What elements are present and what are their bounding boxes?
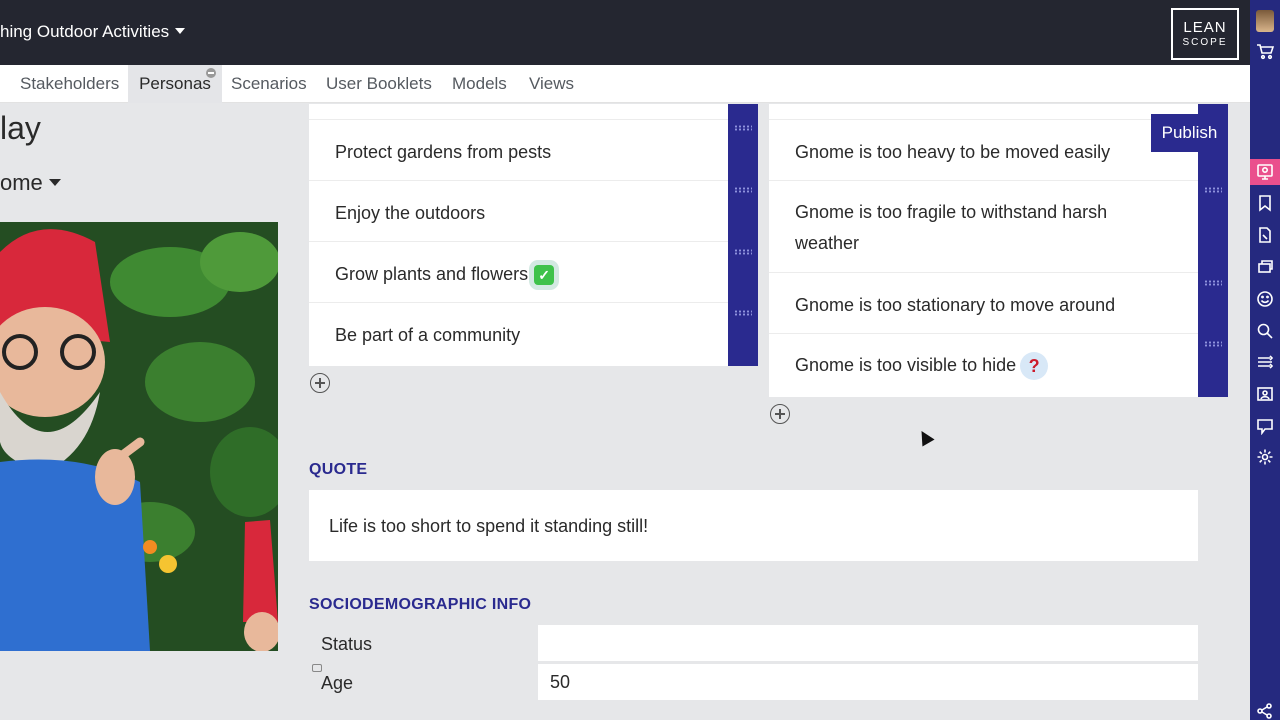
right-tool-rail xyxy=(1250,0,1280,720)
presentation-icon[interactable] xyxy=(1254,415,1276,437)
list-item[interactable]: Gnome is too fragile to withstand harsh … xyxy=(769,181,1198,273)
tab-views[interactable]: Views xyxy=(519,65,584,103)
project-title: hing Outdoor Activities xyxy=(0,22,170,41)
age-value: 50 xyxy=(550,672,571,692)
top-bar: hing Outdoor Activities LEAN SCOPE xyxy=(0,0,1250,65)
list-item[interactable]: Enjoy the outdoors xyxy=(309,181,728,242)
tab-personas[interactable]: Personas xyxy=(128,65,222,103)
lock-icon[interactable] xyxy=(312,664,322,672)
logo-line1: LEAN xyxy=(1183,19,1227,36)
persona-role: ome xyxy=(0,170,43,195)
logo-line2: SCOPE xyxy=(1182,37,1228,48)
tab-label: Scenarios xyxy=(231,74,307,93)
persona-photo[interactable] xyxy=(0,222,278,651)
tab-models[interactable]: Models xyxy=(442,65,517,103)
age-label: Age xyxy=(321,673,354,693)
drag-handle-icon[interactable] xyxy=(734,249,752,255)
drag-handle-icon[interactable] xyxy=(1204,341,1222,347)
quote-section-label: QUOTE xyxy=(309,461,368,478)
list-item[interactable]: Gnome is too stationary to move around xyxy=(769,273,1198,334)
minus-badge-icon[interactable] xyxy=(206,68,216,78)
section-tabs: Stakeholders Personas Scenarios User Boo… xyxy=(0,65,1250,103)
tab-scenarios[interactable]: Scenarios xyxy=(221,65,317,103)
add-pain-point-button[interactable] xyxy=(770,404,790,424)
chevron-down-icon xyxy=(175,27,186,34)
drag-handle-icon[interactable] xyxy=(1204,280,1222,286)
gear-icon[interactable] xyxy=(1254,446,1276,468)
drag-handle-icon[interactable] xyxy=(734,125,752,131)
quote-field[interactable]: Life is too short to spend it standing s… xyxy=(309,490,1198,561)
chevron-down-icon xyxy=(48,178,61,186)
pain-point-text: Gnome is too stationary to move around xyxy=(795,295,1116,315)
quote-text: Life is too short to spend it standing s… xyxy=(329,516,649,536)
goal-text: Grow plants and flowers xyxy=(335,264,529,284)
tab-stakeholders[interactable]: Stakeholders xyxy=(10,65,129,103)
project-selector[interactable]: hing Outdoor Activities xyxy=(0,22,186,42)
pain-point-text: Gnome is too heavy to be moved easily xyxy=(795,142,1111,162)
list-item[interactable]: Gnome is too visible to hide? xyxy=(769,334,1198,397)
flow-icon[interactable] xyxy=(1254,351,1276,373)
share-icon[interactable] xyxy=(1254,700,1276,720)
status-label: Status xyxy=(321,634,373,654)
drag-handle-icon[interactable] xyxy=(734,310,752,316)
tab-label: User Booklets xyxy=(326,74,432,93)
document-icon[interactable] xyxy=(1254,224,1276,246)
drag-handle-icon[interactable] xyxy=(734,187,752,193)
add-goal-button[interactable] xyxy=(310,373,330,393)
list-item[interactable]: Protect gardens from pests xyxy=(309,120,728,181)
age-field[interactable]: 50 xyxy=(538,664,1198,700)
cart-icon[interactable] xyxy=(1254,40,1276,62)
goal-text: Be part of a community xyxy=(335,325,521,345)
list-item[interactable] xyxy=(769,104,1198,120)
bookmark-icon[interactable] xyxy=(1254,192,1276,214)
drag-handle-icon[interactable] xyxy=(1204,187,1222,193)
pain-point-text: Gnome is too fragile to withstand harsh … xyxy=(795,202,1108,253)
tab-label: Models xyxy=(452,74,507,93)
pain-point-text: Gnome is too visible to hide xyxy=(795,354,1017,375)
list-item[interactable]: Grow plants and flowers ✓ xyxy=(309,242,728,303)
pain-points-list: Gnome is too heavy to be moved easily Gn… xyxy=(769,104,1198,397)
persona-icon[interactable] xyxy=(1250,159,1280,185)
smiley-icon[interactable] xyxy=(1254,288,1276,310)
tab-label: Views xyxy=(529,74,575,93)
list-item[interactable]: Be part of a community xyxy=(309,303,728,366)
list-item[interactable] xyxy=(309,104,728,120)
tab-user-booklets[interactable]: User Booklets xyxy=(316,65,442,103)
search-icon[interactable] xyxy=(1254,320,1276,342)
sociodemographic-section-label: SOCIODEMOGRAPHIC INFO xyxy=(309,596,532,613)
check-mark-icon[interactable]: ✓ xyxy=(534,265,555,286)
persona-role-selector[interactable]: ome xyxy=(0,170,61,196)
gnome-portrait-image xyxy=(0,222,278,651)
publish-button[interactable]: Publish xyxy=(1151,114,1228,152)
goals-list: Protect gardens from pests Enjoy the out… xyxy=(309,104,728,366)
layers-icon[interactable] xyxy=(1254,256,1276,278)
contact-card-icon[interactable] xyxy=(1254,383,1276,405)
goals-drag-handles xyxy=(728,104,758,366)
tab-label: Personas xyxy=(139,74,211,93)
mouse-pointer-icon xyxy=(915,427,935,447)
goal-text: Protect gardens from pests xyxy=(335,142,552,162)
user-avatar[interactable] xyxy=(1256,10,1274,32)
tab-label: Stakeholders xyxy=(20,74,120,93)
question-mark-icon[interactable]: ? xyxy=(1020,352,1049,380)
list-item[interactable]: Gnome is too heavy to be moved easily xyxy=(769,120,1198,181)
persona-name[interactable]: lay xyxy=(0,110,41,147)
status-field[interactable] xyxy=(538,625,1198,661)
goal-text: Enjoy the outdoors xyxy=(335,203,486,223)
leanscope-logo[interactable]: LEAN SCOPE xyxy=(1171,8,1239,60)
